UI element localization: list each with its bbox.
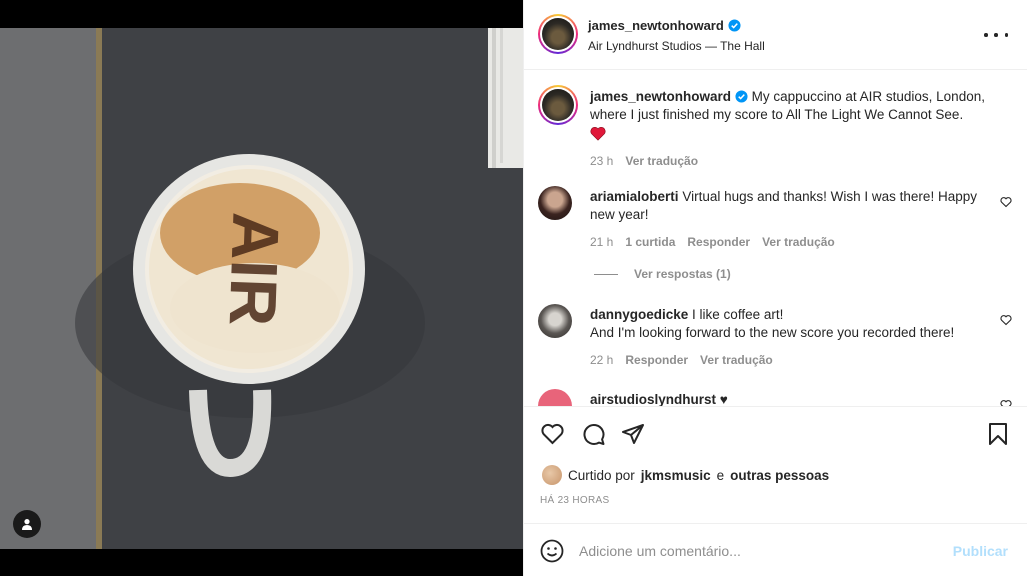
comment-body: airstudioslyndhurst ♥ (590, 391, 990, 407)
comment-username[interactable]: airstudioslyndhurst (590, 392, 716, 406)
post-location[interactable]: Air Lyndhurst Studios — The Hall (588, 39, 765, 53)
post-media: AIR (0, 0, 523, 576)
post-timestamp[interactable]: HÁ 23 HORAS (540, 495, 609, 506)
author-username-text[interactable]: james_newtonhoward (588, 18, 724, 33)
likes-user[interactable]: jkmsmusic (641, 468, 711, 483)
like-comment-heart-icon[interactable] (1000, 314, 1012, 326)
caption-meta: 23 h Ver tradução (590, 152, 1000, 170)
likes-prefix: Curtido por (568, 467, 635, 483)
more-dot-icon (1004, 33, 1008, 37)
view-replies-button[interactable]: Ver respostas (1) (594, 267, 731, 281)
caption-body: james_newtonhoward My cappuccino at AIR … (590, 88, 1000, 170)
comment-body: dannygoedicke I like coffee art! And I'm… (590, 306, 990, 369)
publish-button[interactable]: Publicar (953, 543, 1008, 559)
likes-summary: Curtido por jkmsmusic e outras pessoas (542, 465, 829, 485)
caption-translate-link[interactable]: Ver tradução (625, 152, 698, 170)
caption-item: james_newtonhoward My cappuccino at AIR … (538, 85, 1018, 168)
comment-input[interactable] (579, 539, 939, 563)
post-photo[interactable]: AIR (0, 28, 523, 549)
post-side-panel: james_newtonhoward Air Lyndhurst Studios… (523, 0, 1027, 576)
comment-item: ariamialoberti Virtual hugs and thanks! … (538, 186, 1018, 256)
comment-meta: 21 h 1 curtida Responder Ver tradução (590, 233, 990, 251)
tagged-users-button[interactable] (13, 510, 41, 538)
comment-text: ♥ (719, 392, 728, 407)
replies-divider-line (594, 273, 618, 275)
more-dot-icon (984, 33, 988, 37)
like-comment-heart-icon[interactable] (1000, 399, 1012, 407)
save-bookmark-icon[interactable] (988, 422, 1008, 446)
latte-art-text: AIR (216, 211, 294, 327)
more-options-button[interactable] (984, 26, 1008, 44)
comment-time[interactable]: 21 h (590, 233, 613, 251)
cappuccino-photo: AIR (0, 28, 523, 549)
comment-username[interactable]: ariamialoberti (590, 189, 679, 204)
verified-badge-icon (728, 19, 741, 32)
caption-avatar[interactable] (538, 85, 578, 125)
author-avatar[interactable] (538, 14, 578, 54)
comments-list[interactable]: james_newtonhoward My cappuccino at AIR … (524, 71, 1027, 407)
author-username[interactable]: james_newtonhoward (588, 18, 741, 33)
emoji-icon[interactable] (540, 539, 564, 563)
comment-composer: Publicar (524, 525, 1027, 576)
likes-others[interactable]: outras pessoas (730, 468, 829, 483)
comment-text-line2: And I'm looking forward to the new score… (590, 325, 955, 340)
post-header: james_newtonhoward Air Lyndhurst Studios… (524, 0, 1027, 70)
commenter-avatar[interactable] (538, 389, 572, 406)
comment-likes[interactable]: 1 curtida (625, 233, 675, 251)
like-heart-icon[interactable] (540, 422, 565, 446)
comment-time[interactable]: 22 h (590, 351, 613, 369)
red-heart-icon (590, 126, 606, 141)
liker-avatar[interactable] (542, 465, 562, 485)
reply-button[interactable]: Responder (687, 233, 750, 251)
commenter-avatar[interactable] (538, 304, 572, 338)
comment-username[interactable]: dannygoedicke (590, 307, 688, 322)
comment-item: airstudioslyndhurst ♥ (538, 389, 1018, 407)
translate-link[interactable]: Ver tradução (700, 351, 773, 369)
translate-link[interactable]: Ver tradução (762, 233, 835, 251)
view-replies-label[interactable]: Ver respostas (1) (634, 267, 731, 281)
comment-bubble-icon[interactable] (581, 422, 606, 446)
comment-body: ariamialoberti Virtual hugs and thanks! … (590, 188, 990, 251)
comment-text-line1: I like coffee art! (692, 307, 784, 322)
more-dot-icon (994, 33, 998, 37)
caption-heart-emoji (590, 126, 1000, 146)
verified-badge-icon (735, 90, 748, 103)
person-icon (22, 519, 32, 530)
like-comment-heart-icon[interactable] (1000, 196, 1012, 208)
likes-connector: e (716, 467, 725, 483)
commenter-avatar[interactable] (538, 186, 572, 220)
comment-item: dannygoedicke I like coffee art! And I'm… (538, 304, 1018, 374)
reply-button[interactable]: Responder (625, 351, 688, 369)
comment-meta: 22 h Responder Ver tradução (590, 351, 990, 369)
caption-username[interactable]: james_newtonhoward (590, 89, 731, 104)
caption-time[interactable]: 23 h (590, 152, 613, 170)
post-actions: Curtido por jkmsmusic e outras pessoas H… (524, 408, 1027, 524)
share-send-icon[interactable] (621, 422, 645, 446)
